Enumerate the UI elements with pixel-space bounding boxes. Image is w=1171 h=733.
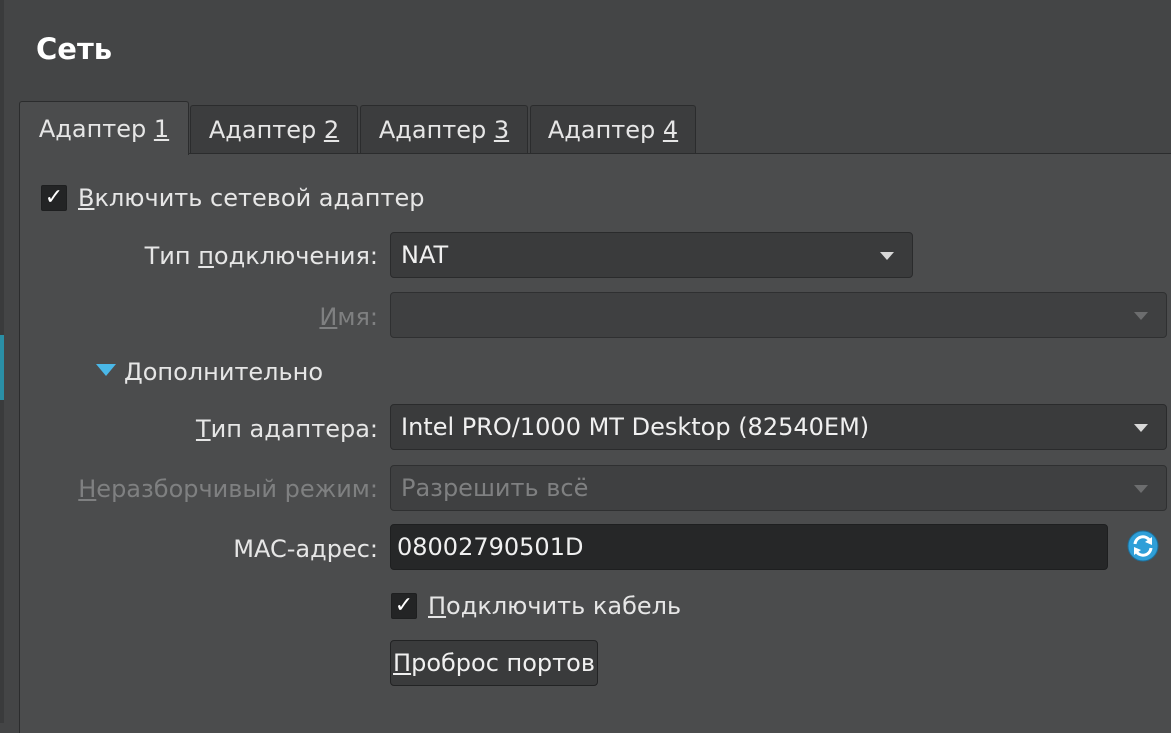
port-forwarding-button[interactable]: Проброс портов	[390, 640, 598, 686]
tab-adapter-4[interactable]: Адаптер 4	[530, 105, 696, 153]
cable-connected-label[interactable]: Подключить кабель	[428, 592, 681, 620]
tab-adapter-3[interactable]: Адаптер 3	[360, 105, 528, 153]
tab-label: Адаптер 2	[208, 115, 340, 144]
enable-adapter-label[interactable]: Включить сетевой адаптер	[78, 184, 424, 212]
tab-adapter-1[interactable]: Адаптер 1	[19, 101, 189, 155]
expand-triangle-icon[interactable]	[96, 364, 116, 376]
cable-connected-checkbox[interactable]: ✓	[391, 593, 417, 619]
tab-adapter-2[interactable]: Адаптер 2	[190, 105, 358, 153]
left-selection-accent	[0, 335, 4, 400]
name-select[interactable]	[390, 292, 1167, 338]
adapter-type-value: Intel PRO/1000 MT Desktop (82540EM)	[401, 413, 870, 441]
chevron-down-icon	[1134, 485, 1148, 493]
mac-address-label: MAC-адрес:	[233, 535, 378, 563]
tab-label: Адаптер 1	[38, 114, 170, 143]
enable-adapter-checkbox[interactable]: ✓	[41, 185, 67, 211]
tab-label: Адаптер 3	[378, 115, 510, 144]
name-label: Имя:	[319, 303, 378, 331]
chevron-down-icon	[880, 252, 894, 260]
mac-address-value: 08002790501D	[397, 533, 584, 561]
advanced-expander-label[interactable]: Дополнительно	[124, 358, 323, 386]
tab-label: Адаптер 4	[547, 115, 679, 144]
attached-to-label: Тип подключения:	[144, 242, 378, 270]
port-forwarding-label: Проброс портов	[393, 649, 595, 677]
page-title: Сеть	[36, 32, 113, 66]
chevron-down-icon	[1134, 424, 1148, 432]
attached-to-select[interactable]: NAT	[390, 232, 913, 278]
promiscuous-mode-label: Неразборчивый режим:	[78, 475, 378, 503]
attached-to-value: NAT	[401, 241, 449, 269]
chevron-down-icon	[1134, 312, 1148, 320]
mac-address-input[interactable]: 08002790501D	[390, 524, 1108, 570]
refresh-mac-icon[interactable]	[1126, 529, 1160, 563]
adapter-type-select[interactable]: Intel PRO/1000 MT Desktop (82540EM)	[390, 404, 1167, 450]
promiscuous-mode-select[interactable]: Разрешить всё	[390, 465, 1167, 511]
adapter-type-label: Тип адаптера:	[195, 415, 378, 443]
promiscuous-mode-value: Разрешить всё	[401, 474, 589, 502]
